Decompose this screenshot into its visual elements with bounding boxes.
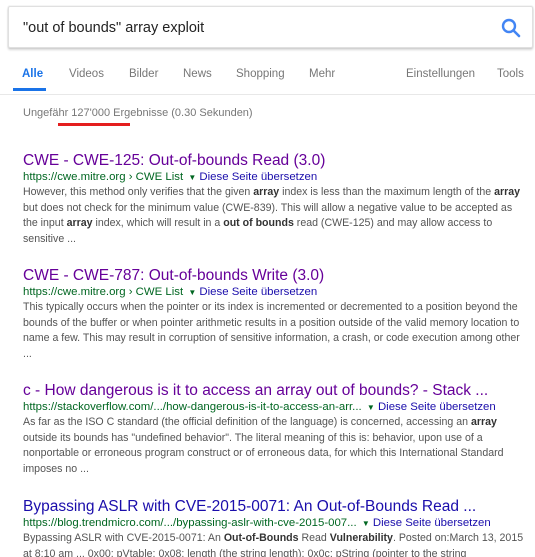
tab-videos[interactable]: Videos bbox=[69, 68, 104, 80]
snippet-text: As far as the ISO C standard (the offici… bbox=[23, 416, 471, 428]
tab-images[interactable]: Bilder bbox=[129, 68, 158, 80]
snippet-highlight: array bbox=[66, 217, 93, 229]
snippet-text: index is less than the maximum length of… bbox=[279, 186, 495, 198]
tab-shopping[interactable]: Shopping bbox=[236, 68, 285, 80]
snippet-highlight: array bbox=[253, 186, 280, 198]
snippet-text: index, which will result in a bbox=[92, 217, 224, 229]
snippet-highlight: array bbox=[494, 186, 521, 198]
tab-all[interactable]: Alle bbox=[22, 68, 43, 80]
snippet-text: Bypassing ASLR with CVE-2015-0071: An bbox=[23, 532, 224, 544]
result-title-link[interactable]: CWE - CWE-125: Out-of-bounds Read (3.0) bbox=[23, 151, 528, 170]
dropdown-arrow-icon[interactable]: ▼ bbox=[367, 403, 375, 412]
result-url: https://stackoverflow.com/.../how-danger… bbox=[23, 400, 528, 415]
result-stats: Ungefähr 127'000 Ergebnisse (0.30 Sekund… bbox=[23, 107, 253, 119]
dropdown-arrow-icon[interactable]: ▼ bbox=[188, 288, 196, 297]
snippet-highlight: Vulnerability bbox=[329, 532, 393, 544]
tab-more[interactable]: Mehr bbox=[309, 68, 335, 80]
result-url: https://cwe.mitre.org › CWE List ▼ Diese… bbox=[23, 285, 528, 300]
search-result: CWE - CWE-125: Out-of-bounds Read (3.0) … bbox=[23, 151, 528, 247]
red-annotation-underline bbox=[58, 123, 130, 126]
result-snippet: Bypassing ASLR with CVE-2015-0071: An Ou… bbox=[23, 531, 528, 557]
dropdown-arrow-icon[interactable]: ▼ bbox=[188, 173, 196, 182]
search-tabs: Alle Videos Bilder News Shopping Mehr Ei… bbox=[0, 60, 535, 92]
result-url-text[interactable]: https://cwe.mitre.org › CWE List bbox=[23, 171, 183, 183]
translate-link[interactable]: Diese Seite übersetzen bbox=[378, 401, 496, 413]
result-title-link[interactable]: Bypassing ASLR with CVE-2015-0071: An Ou… bbox=[23, 497, 528, 516]
result-url-text[interactable]: https://blog.trendmicro.com/.../bypassin… bbox=[23, 517, 357, 529]
result-snippet: As far as the ISO C standard (the offici… bbox=[23, 415, 528, 477]
result-title-link[interactable]: c - How dangerous is it to access an arr… bbox=[23, 381, 528, 400]
tab-tools[interactable]: Tools bbox=[497, 68, 524, 80]
search-icon bbox=[501, 18, 521, 38]
tabs-divider bbox=[0, 94, 535, 95]
tab-news[interactable]: News bbox=[183, 68, 212, 80]
search-result: Bypassing ASLR with CVE-2015-0071: An Ou… bbox=[23, 497, 528, 557]
snippet-text: Read bbox=[298, 532, 330, 544]
dropdown-arrow-icon[interactable]: ▼ bbox=[362, 519, 370, 528]
snippet-highlight: out of bounds bbox=[223, 217, 294, 229]
snippet-text: outside its bounds has "undefined behavi… bbox=[23, 431, 504, 475]
result-title-link[interactable]: CWE - CWE-787: Out-of-bounds Write (3.0) bbox=[23, 266, 528, 285]
search-result: CWE - CWE-787: Out-of-bounds Write (3.0)… bbox=[23, 266, 528, 362]
snippet-highlight: array bbox=[470, 416, 497, 428]
result-snippet: However, this method only verifies that … bbox=[23, 185, 528, 247]
snippet-text: This typically occurs when the pointer o… bbox=[23, 301, 520, 360]
result-url: https://cwe.mitre.org › CWE List ▼ Diese… bbox=[23, 170, 528, 185]
result-snippet: This typically occurs when the pointer o… bbox=[23, 300, 528, 362]
snippet-text: However, this method only verifies that … bbox=[23, 186, 254, 198]
translate-link[interactable]: Diese Seite übersetzen bbox=[199, 286, 317, 298]
result-url-text[interactable]: https://cwe.mitre.org › CWE List bbox=[23, 286, 183, 298]
result-url: https://blog.trendmicro.com/.../bypassin… bbox=[23, 516, 528, 531]
snippet-highlight: Out-of-Bounds bbox=[223, 532, 299, 544]
tab-settings[interactable]: Einstellungen bbox=[406, 68, 475, 80]
search-bar bbox=[8, 6, 533, 48]
result-url-text[interactable]: https://stackoverflow.com/.../how-danger… bbox=[23, 401, 362, 413]
search-button[interactable] bbox=[500, 17, 522, 39]
search-result: c - How dangerous is it to access an arr… bbox=[23, 381, 528, 477]
translate-link[interactable]: Diese Seite übersetzen bbox=[373, 517, 491, 529]
translate-link[interactable]: Diese Seite übersetzen bbox=[199, 171, 317, 183]
active-tab-indicator bbox=[13, 88, 46, 91]
search-input[interactable] bbox=[23, 17, 493, 39]
